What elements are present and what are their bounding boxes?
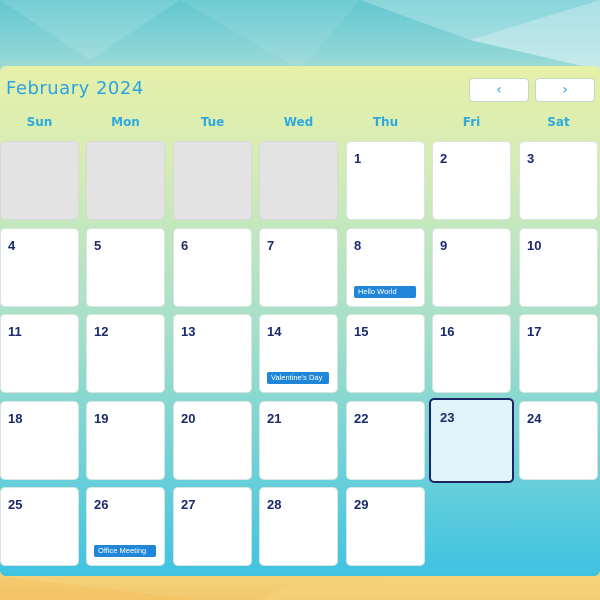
weekday-label-sun: Sun (26, 115, 53, 129)
day-number: 3 (527, 151, 535, 166)
day-number: 25 (8, 497, 23, 512)
day-cell[interactable]: 9 (432, 228, 511, 307)
prev-month-button[interactable]: ‹ (469, 78, 529, 102)
day-cell[interactable]: 10 (519, 228, 598, 307)
empty-day-cell (173, 141, 252, 220)
day-number: 24 (527, 411, 542, 426)
weekday-label-wed: Wed (283, 115, 314, 129)
day-cell[interactable]: 7 (259, 228, 338, 307)
event-chip[interactable]: Valentine's Day (267, 372, 329, 384)
event-chip[interactable]: Hello World (354, 286, 416, 298)
weekday-label-sat: Sat (547, 115, 570, 129)
day-cell[interactable]: 16 (432, 314, 511, 393)
day-number: 20 (181, 411, 196, 426)
weekday-label-fri: Fri (462, 115, 481, 129)
day-cell[interactable]: 2 (432, 141, 511, 220)
day-cell[interactable]: 20 (173, 401, 252, 480)
day-number: 2 (440, 151, 448, 166)
event-chip[interactable]: Office Meeting (94, 545, 156, 557)
weekday-label-thu: Thu (372, 115, 399, 129)
day-number: 22 (354, 411, 369, 426)
day-number: 1 (354, 151, 362, 166)
day-cell[interactable]: 5 (86, 228, 165, 307)
day-number: 16 (440, 324, 455, 339)
day-cell[interactable]: 8 Hello World (346, 228, 425, 307)
day-cell[interactable]: 25 (0, 487, 79, 566)
weekday-label-tue: Tue (200, 115, 225, 129)
day-number: 17 (527, 324, 542, 339)
day-cell[interactable]: 13 (173, 314, 252, 393)
day-number: 7 (267, 238, 275, 253)
day-number: 29 (354, 497, 369, 512)
day-cell[interactable]: 11 (0, 314, 79, 393)
day-number: 21 (267, 411, 282, 426)
empty-day-cell (86, 141, 165, 220)
day-number: 8 (354, 238, 362, 253)
day-number: 10 (527, 238, 542, 253)
day-cell[interactable]: 12 (86, 314, 165, 393)
day-cell[interactable]: 15 (346, 314, 425, 393)
day-number: 12 (94, 324, 109, 339)
day-cell[interactable]: 1 (346, 141, 425, 220)
day-number: 15 (354, 324, 369, 339)
empty-day-cell (0, 141, 79, 220)
day-number: 23 (440, 410, 455, 425)
day-cell[interactable]: 17 (519, 314, 598, 393)
day-cell[interactable]: 24 (519, 401, 598, 480)
day-number: 14 (267, 324, 282, 339)
day-cell[interactable]: 4 (0, 228, 79, 307)
day-number: 4 (8, 238, 16, 253)
day-cell[interactable]: 22 (346, 401, 425, 480)
chevron-right-icon: › (562, 82, 568, 98)
day-number: 5 (94, 238, 102, 253)
day-number: 28 (267, 497, 282, 512)
day-cell[interactable]: 26 Office Meeting (86, 487, 165, 566)
day-number: 13 (181, 324, 196, 339)
next-month-button[interactable]: › (535, 78, 595, 102)
day-number: 6 (181, 238, 189, 253)
day-cell-today[interactable]: 23 (429, 398, 514, 483)
chevron-left-icon: ‹ (496, 82, 502, 98)
day-cell[interactable]: 29 (346, 487, 425, 566)
day-number: 26 (94, 497, 109, 512)
day-cell[interactable]: 14 Valentine's Day (259, 314, 338, 393)
day-cell[interactable]: 6 (173, 228, 252, 307)
day-cell[interactable]: 19 (86, 401, 165, 480)
month-title: February 2024 (6, 78, 144, 99)
day-cell[interactable]: 3 (519, 141, 598, 220)
empty-day-cell (259, 141, 338, 220)
day-cell[interactable]: 18 (0, 401, 79, 480)
weekday-label-mon: Mon (111, 115, 140, 129)
day-number: 11 (8, 324, 22, 339)
day-number: 9 (440, 238, 448, 253)
day-cell[interactable]: 28 (259, 487, 338, 566)
day-number: 18 (8, 411, 23, 426)
day-number: 27 (181, 497, 196, 512)
day-number: 19 (94, 411, 109, 426)
day-cell[interactable]: 27 (173, 487, 252, 566)
day-cell[interactable]: 21 (259, 401, 338, 480)
